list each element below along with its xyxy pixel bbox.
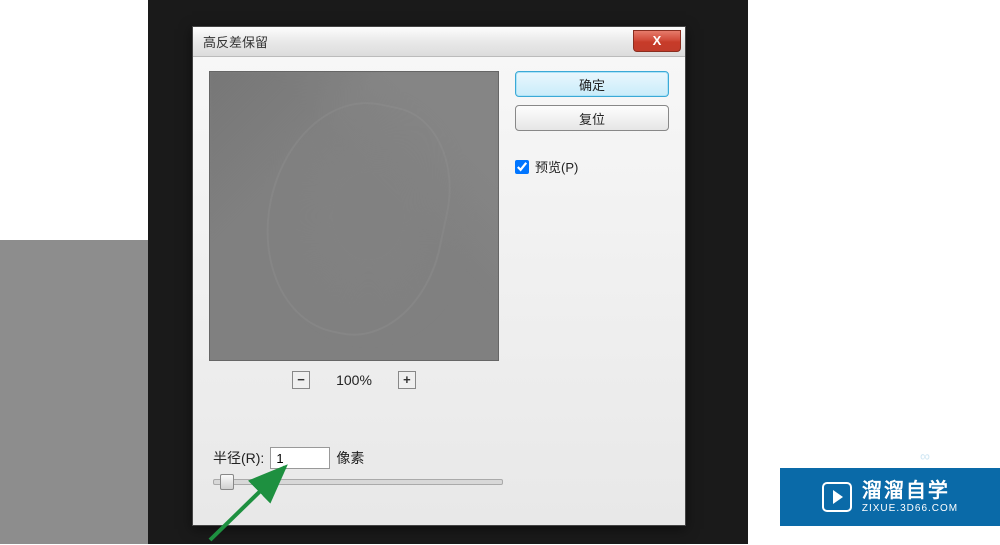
high-pass-dialog: 高反差保留 X − 100% + 确定 复位 预览(P): [192, 26, 686, 526]
titlebar: 高反差保留 X: [193, 27, 685, 57]
watermark-main-label: 溜溜自学: [862, 479, 958, 503]
watermark-badge: 溜溜自学 ZIXUE.3D66.COM: [780, 468, 1000, 526]
close-icon: X: [653, 33, 662, 48]
watermark-text: 溜溜自学 ZIXUE.3D66.COM: [862, 479, 958, 515]
dialog-title: 高反差保留: [203, 32, 268, 51]
zoom-out-button[interactable]: −: [292, 371, 310, 389]
zoom-level-label: 100%: [336, 372, 372, 388]
watermark-decoration-icon: ∞: [920, 448, 930, 464]
preview-image[interactable]: [209, 71, 499, 361]
action-column: 确定 复位 预览(P): [515, 71, 669, 389]
slider-thumb[interactable]: [220, 474, 234, 490]
preview-column: − 100% +: [209, 71, 499, 389]
plus-icon: +: [403, 373, 411, 388]
radius-input[interactable]: [270, 447, 330, 469]
radius-label: 半径(R):: [213, 448, 264, 468]
dialog-body: − 100% + 确定 复位 预览(P): [193, 57, 685, 403]
preview-checkbox-label: 预览(P): [535, 157, 578, 176]
preview-checkbox-row[interactable]: 预览(P): [515, 157, 669, 176]
radius-slider[interactable]: [213, 479, 503, 485]
radius-unit-label: 像素: [336, 448, 364, 468]
preview-checkbox[interactable]: [515, 160, 529, 174]
zoom-in-button[interactable]: +: [398, 371, 416, 389]
ok-button[interactable]: 确定: [515, 71, 669, 97]
reset-button[interactable]: 复位: [515, 105, 669, 131]
close-button[interactable]: X: [633, 30, 681, 52]
watermark-sub-label: ZIXUE.3D66.COM: [862, 503, 958, 515]
play-icon: [822, 482, 852, 512]
minus-icon: −: [297, 373, 305, 388]
zoom-controls: − 100% +: [209, 371, 499, 389]
radius-section: 半径(R): 像素: [213, 447, 665, 485]
radius-row: 半径(R): 像素: [213, 447, 665, 469]
